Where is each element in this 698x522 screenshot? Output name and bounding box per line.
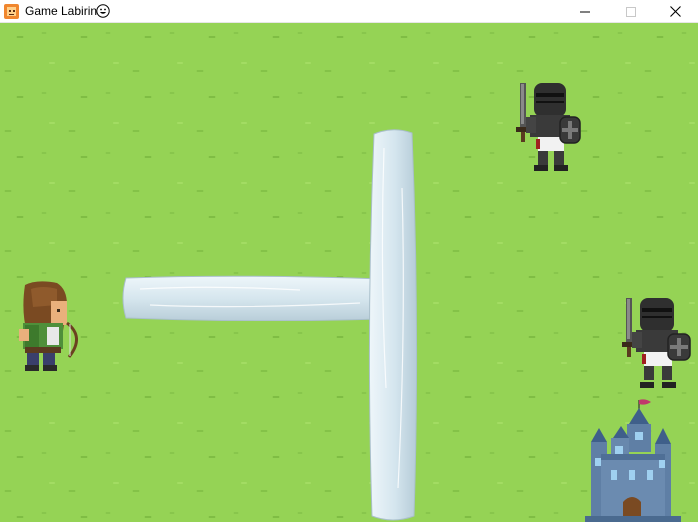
knight-icon	[516, 83, 581, 171]
grinning-face-icon	[96, 4, 110, 18]
window-title: Game Labirin	[25, 4, 98, 18]
game-canvas[interactable]	[0, 23, 698, 522]
maximize-button[interactable]	[608, 0, 654, 23]
title-bar[interactable]: Game Labirin	[0, 0, 698, 23]
archer-icon	[19, 281, 78, 371]
game-app-icon	[4, 4, 19, 19]
castle-icon	[585, 399, 681, 522]
close-icon	[669, 6, 681, 17]
game-window: Game Labirin	[0, 0, 698, 522]
maximize-icon	[626, 6, 636, 17]
ice-wall-horizontal	[122, 275, 382, 321]
minimize-button[interactable]	[562, 0, 608, 23]
ice-wall-vertical	[368, 129, 418, 521]
close-button[interactable]	[652, 0, 698, 23]
minimize-icon	[580, 11, 590, 12]
knight-icon	[622, 298, 691, 388]
